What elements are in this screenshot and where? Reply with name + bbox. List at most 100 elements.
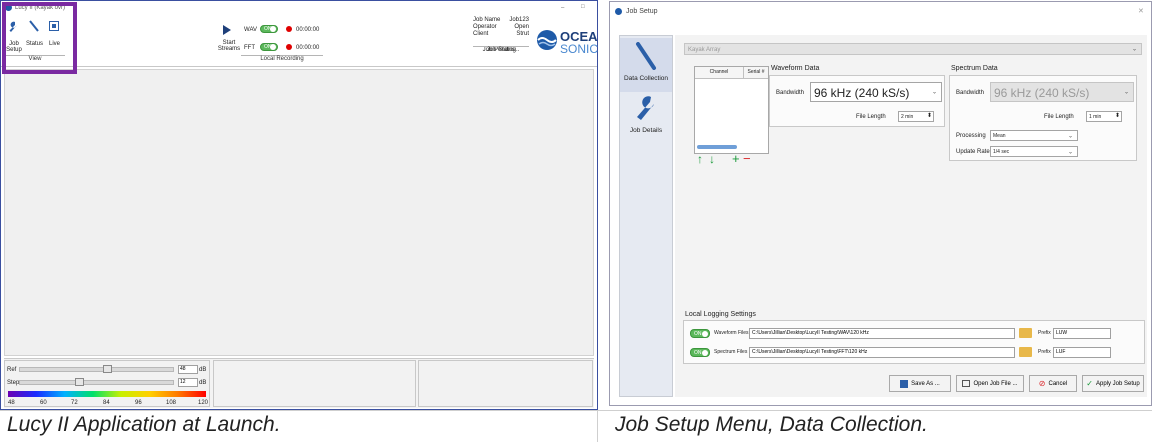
waveform-prefix-label: Prefix	[1038, 330, 1051, 336]
waveform-files-label: Waveform Files	[714, 330, 749, 336]
step-unit: dB	[199, 380, 207, 386]
spectrum-prefix-label: Prefix	[1038, 349, 1051, 355]
folder-icon[interactable]	[1019, 328, 1032, 338]
main-display-area	[4, 69, 594, 356]
ref-slider-thumb[interactable]	[103, 365, 112, 373]
setup-sidebar: Data Collection Job Details	[619, 35, 673, 397]
job-name-key: Job Name	[473, 17, 501, 23]
apply-job-setup-label: Apply Job Setup	[1096, 380, 1140, 387]
scale-tick-label: 48	[8, 400, 15, 406]
chevron-down-icon: ⌄	[1067, 149, 1073, 155]
maximize-icon[interactable]: □	[581, 4, 585, 10]
scale-tick-label: 60	[40, 400, 47, 406]
waveform-prefix: LUW	[1056, 330, 1068, 336]
waveform-group: Bandwidth 96 kHz (240 kS/s) ⌄ File Lengt…	[769, 75, 945, 127]
save-as-button[interactable]: Save As ...	[889, 375, 951, 392]
open-job-file-label: Open Job File ...	[973, 380, 1018, 387]
waveform-bandwidth-select[interactable]: 96 kHz (240 kS/s) ⌄	[810, 82, 942, 102]
spectrum-bandwidth-value: 96 kHz (240 kS/s)	[994, 86, 1090, 100]
col-channel: Channel	[695, 67, 744, 78]
processing-value: Mean	[993, 133, 1006, 139]
start-streams-label: Start Streams	[217, 40, 241, 53]
ref-unit: dB	[199, 367, 207, 373]
save-as-label: Save As ...	[911, 380, 940, 387]
sidebar-item-job-details[interactable]: Job Details	[620, 92, 672, 146]
remove-channel-icon[interactable]: −	[743, 151, 751, 166]
waveform-file-length-input[interactable]: 2 min ⬍	[898, 111, 934, 122]
scale-tick-label: 72	[71, 400, 78, 406]
logging-title: Local Logging Settings	[685, 311, 756, 318]
add-channel-icon[interactable]: +	[732, 151, 740, 166]
color-scale-ticks: 48 60 72 84 96 108 120	[8, 399, 208, 407]
channel-table-scrollbar[interactable]	[697, 145, 737, 149]
step-value-input[interactable]: 12	[178, 378, 198, 387]
minimize-icon[interactable]: –	[561, 5, 564, 11]
ref-value-input[interactable]: 48	[178, 365, 198, 374]
stepper-icon[interactable]: ⬍	[1115, 113, 1120, 119]
wav-record-icon[interactable]	[286, 26, 292, 32]
step-slider[interactable]	[19, 378, 174, 386]
client-value: Strut	[516, 31, 529, 37]
lucy-titlebar: Lucy II (Kayak ovr) – □	[1, 1, 597, 15]
wav-time: 00:00:00	[296, 27, 320, 33]
waveform-files-toggle[interactable]: ON	[690, 329, 710, 338]
logo-text-bottom: SONIC	[560, 42, 598, 56]
close-icon[interactable]: ✕	[1138, 7, 1144, 15]
level-controls-panel: Ref 48 dB Step 12 dB 48 60 72 84 96 108 120	[4, 360, 210, 407]
lucy-bottom-panel: Ref 48 dB Step 12 dB 48 60 72 84 96 108 120	[4, 358, 594, 408]
logging-group: ON Waveform Files C:\Users\Jillian\Deskt…	[683, 320, 1145, 364]
cancel-label: Cancel	[1048, 380, 1068, 387]
ocean-sonics-logo-icon	[537, 30, 557, 50]
sidebar-item-data-collection[interactable]: Data Collection	[620, 38, 672, 92]
save-icon	[900, 379, 909, 388]
folder-icon[interactable]	[1019, 347, 1032, 357]
job-setup-app-icon	[615, 8, 622, 15]
waveform-files-path: C:\Users\Jillian\Desktop\LucyII Testing\…	[752, 330, 869, 336]
step-slider-thumb[interactable]	[75, 378, 84, 386]
scale-tick-label: 84	[103, 400, 110, 406]
device-select-value: Kayak Array	[688, 47, 721, 53]
channel-table[interactable]: Channel Serial #	[694, 66, 769, 154]
start-streams-button[interactable]: Start Streams	[216, 23, 242, 59]
spectrum-bandwidth-select[interactable]: 96 kHz (240 kS/s) ⌄	[990, 82, 1134, 102]
job-status-group: Job Name Job123 Operator Open Client Str…	[473, 17, 529, 63]
sidebar-data-collection-label: Data Collection	[623, 75, 669, 82]
waveform-files-path-input[interactable]: C:\Users\Jillian\Desktop\LucyII Testing\…	[749, 328, 1015, 339]
waveform-prefix-input[interactable]: LUW	[1053, 328, 1111, 339]
spectrum-file-length-input[interactable]: 1 min ⬍	[1086, 111, 1122, 122]
job-status-label: Job Status	[473, 46, 529, 54]
fft-record-icon[interactable]	[286, 44, 292, 50]
col-serial: Serial #	[747, 69, 765, 75]
spectrum-files-toggle-label: ON	[694, 350, 702, 356]
local-recording-group: WAV ON 00:00:00 FFT ON 00:00:00 Local Re…	[241, 17, 323, 63]
setup-main-panel: Kayak Array ⌄ Channel Serial # ↑ ↓ + − W…	[675, 35, 1147, 397]
checkmark-icon: ✓	[1086, 379, 1093, 388]
apply-job-setup-button[interactable]: ✓ Apply Job Setup	[1082, 375, 1144, 392]
stepper-icon[interactable]: ⬍	[927, 113, 932, 119]
lucy-ribbon: Job Setup Status Live View Start Streams	[1, 15, 598, 67]
ref-slider[interactable]	[19, 365, 174, 373]
spectrum-files-path: C:\Users\Jillian\Desktop\LucyII Testing\…	[752, 349, 868, 355]
waveform-file-length-value: 2 min	[901, 114, 914, 120]
wav-toggle[interactable]: ON	[260, 25, 278, 33]
job-setup-highlight	[2, 2, 77, 74]
waveform-file-length-label: File Length	[856, 114, 886, 120]
cancel-button[interactable]: ⊘ Cancel	[1029, 375, 1077, 392]
spectrum-prefix-input[interactable]: LUF	[1053, 347, 1111, 358]
spectrum-files-toggle[interactable]: ON	[690, 348, 710, 357]
arrow-up-icon[interactable]: ↑	[697, 152, 703, 166]
spectrum-files-path-input[interactable]: C:\Users\Jillian\Desktop\LucyII Testing\…	[749, 347, 1015, 358]
update-rate-select[interactable]: 1/4 sec ⌄	[990, 146, 1078, 157]
sidebar-job-details-label: Job Details	[629, 127, 663, 134]
scale-tick-label: 108	[166, 400, 177, 406]
waveform-bandwidth-value: 96 kHz (240 kS/s)	[814, 86, 910, 100]
open-job-file-button[interactable]: Open Job File ...	[956, 375, 1024, 392]
play-icon	[223, 25, 231, 35]
job-pending-row: Job Pending..	[473, 38, 529, 53]
step-value: 12	[180, 379, 186, 385]
fft-toggle[interactable]: ON	[260, 43, 278, 51]
arrow-down-icon[interactable]: ↓	[709, 152, 715, 166]
device-select[interactable]: Kayak Array ⌄	[684, 43, 1142, 55]
local-recording-label: Local Recording	[241, 55, 323, 63]
processing-select[interactable]: Mean ⌄	[990, 130, 1078, 141]
